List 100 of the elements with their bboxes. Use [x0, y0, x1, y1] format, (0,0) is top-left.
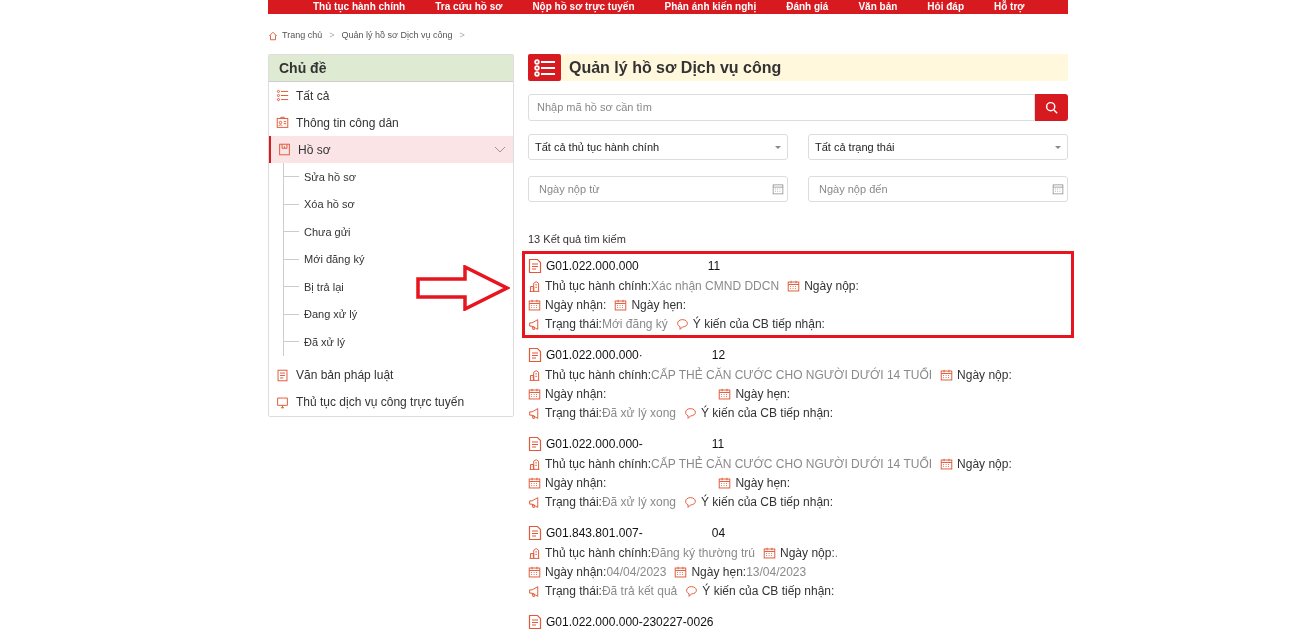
sidebar-subitem[interactable]: Đang xử lý — [304, 306, 358, 323]
calendar-icon — [940, 368, 954, 382]
nav-link[interactable]: Hỏi đáp — [927, 2, 964, 12]
field-value: Đã xử lý xong — [601, 405, 676, 422]
field-label: Ngày nhận: — [545, 564, 607, 581]
document-icon — [276, 368, 289, 382]
search-icon — [1045, 101, 1058, 114]
field-value: CẤP THẺ CĂN CƯỚC CHO NGƯỜI DƯỚI 14 TUỔI — [651, 366, 933, 384]
chat-icon — [675, 317, 689, 331]
date-field[interactable]: Ngày nộp đến — [808, 176, 1068, 202]
sidebar-item[interactable]: Tất cả — [269, 82, 513, 109]
megaphone-icon — [528, 584, 541, 598]
field-label: Trạng thái: — [545, 405, 602, 422]
nav-link[interactable]: Đánh giá — [786, 2, 829, 12]
calendar-icon — [787, 279, 801, 293]
search-field[interactable]: Nhập mã hồ sơ cần tìm — [528, 94, 1035, 121]
filter-dropdown[interactable]: Tất cả trạng thái — [808, 134, 1068, 160]
calendar-icon — [940, 457, 954, 471]
breadcrumb-link[interactable]: Trang chủ — [282, 29, 323, 43]
nav-link[interactable]: Hỗ trợ — [994, 2, 1025, 12]
field-value: CẤP THẺ CĂN CƯỚC CHO NGƯỜI DƯỚI 14 TUỔI — [651, 455, 933, 473]
home-icon — [268, 31, 278, 41]
field-label: Ý kiến của CB tiếp nhận: — [701, 493, 834, 511]
document-icon — [528, 613, 542, 629]
list-icon — [528, 54, 561, 81]
field-value: Đăng ký thường trú — [651, 545, 756, 562]
calendar-icon — [1052, 183, 1064, 195]
chat-icon — [685, 584, 699, 598]
field-label: Trạng thái: — [545, 494, 602, 511]
field-label: Ngày nộp: — [957, 456, 1012, 473]
field-value: Xác nhận CMND DDCN — [651, 278, 780, 295]
chat-icon — [684, 495, 697, 509]
nav-link[interactable]: Tra cứu hồ sơ — [435, 2, 503, 12]
sidebar-subitem[interactable]: Chưa gửi — [304, 223, 351, 240]
calendar-icon — [674, 565, 688, 579]
field-label: Trạng thái: — [545, 583, 602, 600]
date-field[interactable]: Ngày nộp từ — [528, 176, 788, 202]
nav-link[interactable]: Văn bản — [858, 2, 898, 12]
calendar-icon — [528, 476, 541, 490]
record-code[interactable]: G01.022.000.000-230227-0026 — [546, 612, 714, 629]
nav-link[interactable]: Thủ tục hành chính — [313, 2, 406, 12]
megaphone-icon — [528, 495, 541, 509]
calendar-icon — [528, 387, 541, 401]
sidebar-subitem[interactable]: Bị trả lại — [304, 278, 344, 295]
calendar-icon — [614, 298, 628, 312]
building-icon — [528, 457, 541, 471]
record-code[interactable]: G01.022.000.000· — [546, 345, 643, 364]
record-code-suffix: 11 — [711, 435, 725, 453]
search-button[interactable] — [1035, 94, 1068, 121]
field-label: Ngày nhận: — [545, 386, 607, 403]
field-value: Đã xử lý xong — [601, 494, 676, 511]
field-label: Ngày nộp: — [957, 367, 1012, 384]
list-icon — [276, 89, 289, 102]
calendar-icon — [718, 387, 732, 401]
record-code-suffix: 12 — [711, 346, 726, 364]
field-value: Mới đăng ký — [601, 316, 668, 333]
sidebar-item[interactable]: Văn bản pháp luật — [269, 361, 513, 389]
calendar-icon — [763, 546, 777, 560]
sidebar-title: Chủ đề — [269, 55, 513, 82]
sidebar-subitem[interactable]: Mới đăng ký — [304, 251, 365, 268]
monitor-icon — [276, 395, 289, 409]
nav-link[interactable]: Nộp hồ sơ trực tuyến — [532, 2, 635, 12]
breadcrumb-separator: > — [329, 29, 335, 43]
record-code-suffix: 04 — [711, 524, 726, 542]
breadcrumb-separator: > — [459, 29, 465, 43]
breadcrumb-link[interactable]: Quản lý hồ sơ Dịch vụ công — [341, 29, 453, 43]
sidebar-subitem[interactable]: Sửa hồ sơ — [304, 168, 356, 185]
sidebar-subitem[interactable]: Xóa hồ sơ — [304, 196, 355, 213]
sidebar-subitem[interactable]: Đã xử lý — [304, 333, 345, 350]
building-icon — [528, 368, 541, 382]
megaphone-icon — [528, 406, 541, 420]
record-code[interactable]: G01.022.000.000 — [546, 256, 639, 275]
record-code-suffix: 11 — [707, 257, 721, 275]
sidebar-item[interactable]: Thông tin công dân — [269, 109, 513, 136]
field-label: Thủ tục hành chính: — [545, 457, 652, 473]
record-code[interactable]: G01.022.000.000- — [546, 434, 643, 453]
field-label: Ngày hẹn: — [691, 564, 747, 581]
field-label: Thủ tục hành chính: — [545, 368, 652, 384]
field-label: Trạng thái: — [545, 316, 602, 333]
filter-dropdown[interactable]: Tất cả thủ tục hành chính — [528, 134, 788, 160]
field-label: Ngày nộp: — [804, 278, 859, 295]
nav-link[interactable]: Phản ánh kiến nghị — [664, 2, 757, 12]
field-label: Ngày nộp: — [780, 545, 835, 562]
field-label: Ngày nhận: — [545, 475, 607, 492]
page-title: Quản lý hồ sơ Dịch vụ công — [569, 57, 782, 78]
megaphone-icon — [528, 317, 541, 331]
building-icon — [528, 546, 541, 560]
field-value: . — [834, 545, 839, 562]
sidebar-item[interactable]: Thủ tục dịch vụ công trực tuyến — [269, 388, 513, 416]
sidebar-item[interactable]: Hồ sơ — [269, 136, 513, 163]
field-label: Ngày nhận: — [545, 297, 607, 314]
field-label: Ngày hẹn: — [631, 297, 687, 314]
field-label: Ý kiến của CB tiếp nhận: — [692, 315, 825, 333]
calendar-icon — [528, 298, 541, 312]
document-icon — [528, 435, 542, 452]
calendar-icon — [718, 476, 732, 490]
field-label: Thủ tục hành chính: — [545, 278, 652, 295]
calendar-icon — [528, 565, 541, 579]
record-code[interactable]: G01.843.801.007- — [546, 523, 643, 542]
field-value: 13/04/2023 — [746, 564, 807, 581]
